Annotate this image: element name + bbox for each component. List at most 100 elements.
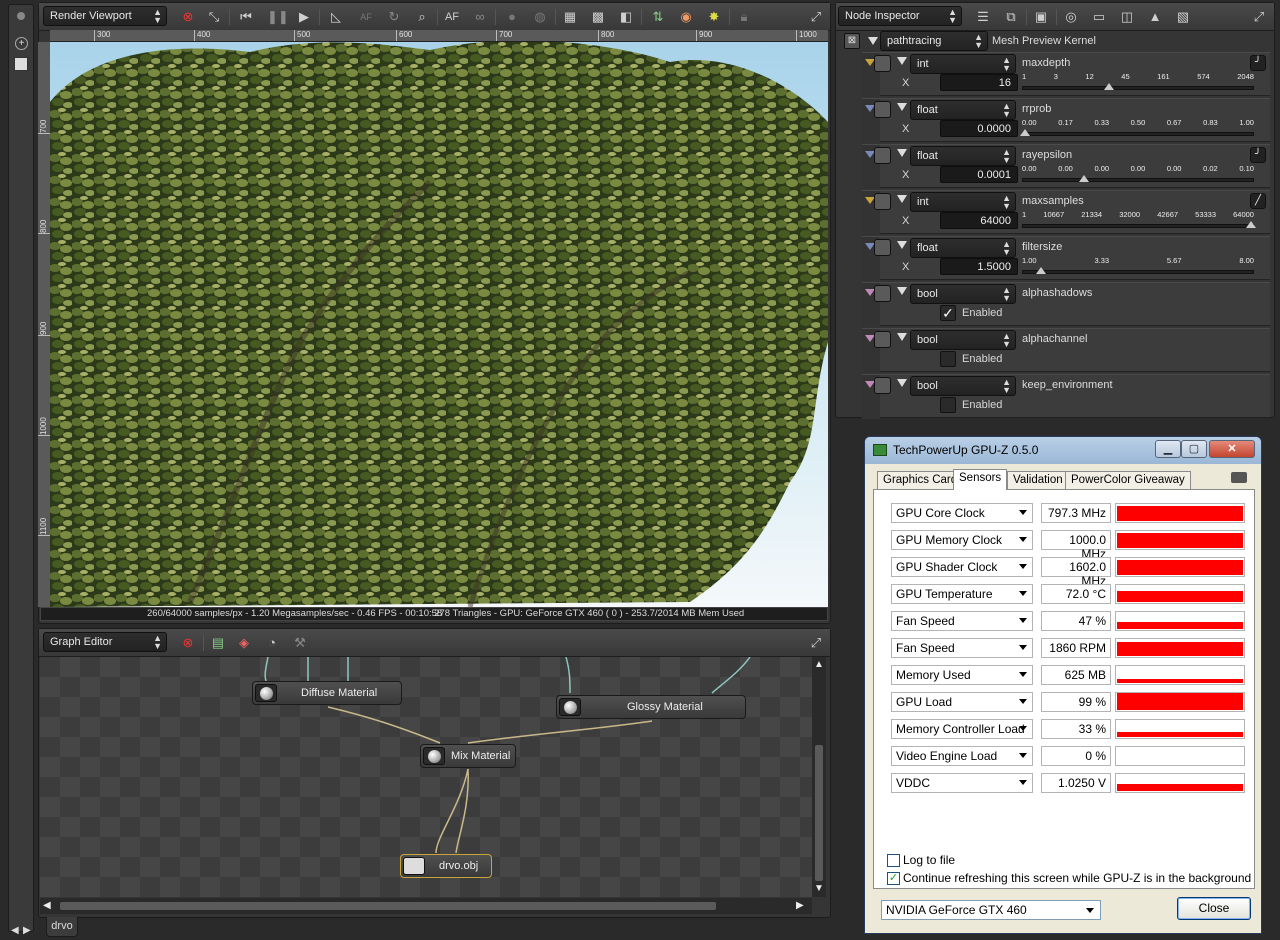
image-icon[interactable]: ▣ (1032, 8, 1050, 26)
graph-horizontal-scrollbar[interactable]: ◀ ▶ (40, 898, 812, 914)
lock-icon[interactable]: 🔒︎ (735, 8, 753, 26)
scroll-up-icon[interactable]: ▲ (814, 659, 824, 670)
type-select[interactable]: float ▲ ▼ (910, 146, 1016, 166)
type-select[interactable]: int ▲ ▼ (910, 54, 1016, 74)
mix-material-node[interactable]: Mix Material (420, 744, 516, 768)
diffuse-material-node[interactable]: Diffuse Material (252, 681, 402, 705)
tab-validation[interactable]: Validation (1007, 471, 1069, 489)
enabled-checkbox[interactable] (940, 351, 956, 367)
dropdown-arrow-icon[interactable] (1086, 908, 1094, 913)
environment-icon[interactable]: ▲ (1146, 8, 1164, 26)
imager-icon[interactable]: ◉ (677, 8, 695, 26)
load-icon[interactable]: ▤ (209, 634, 227, 652)
stop-render-icon[interactable]: ⊗ (179, 8, 197, 26)
graph-tab[interactable]: drvo (46, 917, 78, 937)
dropdown-arrow-icon[interactable] (1019, 564, 1027, 569)
graph-editor-select[interactable]: Graph Editor ▲ ▼ (43, 632, 167, 652)
sensor-label-select[interactable]: VDDC (891, 773, 1033, 793)
kernel-select[interactable]: pathtracing ▲ ▼ (880, 31, 988, 51)
scroll-hthumb[interactable] (60, 902, 716, 910)
play-icon[interactable]: ▶ (295, 8, 313, 26)
expand-all-icon[interactable]: ⧉ (1002, 8, 1020, 26)
scroll-down-icon[interactable]: ▼ (814, 883, 824, 894)
type-select[interactable]: int ▲ ▼ (910, 192, 1016, 212)
slider-thumb[interactable] (1103, 83, 1114, 90)
type-select[interactable]: float ▲ ▼ (910, 238, 1016, 258)
sensor-label-select[interactable]: Fan Speed (891, 638, 1033, 658)
screenshot-camera-icon[interactable] (1231, 472, 1247, 483)
collapse-all-icon[interactable]: ☰ (974, 8, 992, 26)
type-select[interactable]: float ▲ ▼ (910, 100, 1016, 120)
maximize-graph-icon[interactable]: ⤢ (807, 634, 825, 652)
grid-icon[interactable]: ▦ (561, 8, 579, 26)
close-button[interactable]: Close (1177, 897, 1251, 920)
stereo-icon[interactable]: ∞ (471, 8, 489, 26)
sensor-label-select[interactable]: Memory Used (891, 665, 1033, 685)
dropdown-arrow-icon[interactable] (1019, 618, 1027, 623)
value-slider[interactable]: 1.00 3.33 5.67 8.00 (1022, 256, 1254, 278)
slider-thumb[interactable] (1035, 267, 1046, 274)
dropdown-arrow-icon[interactable] (1019, 699, 1027, 704)
gpu-select[interactable]: NVIDIA GeForce GTX 460 (881, 900, 1101, 920)
value-field[interactable]: 16 (940, 74, 1018, 91)
sensor-label-select[interactable]: GPU Core Clock (891, 503, 1033, 523)
clay-icon[interactable]: ◍ (531, 8, 549, 26)
camera-icon[interactable]: ◎ (1062, 8, 1080, 26)
curve-icon[interactable]: ╯ (1250, 147, 1266, 163)
sensor-label-select[interactable]: GPU Load (891, 692, 1033, 712)
value-field[interactable]: 1.5000 (940, 258, 1018, 275)
value-slider[interactable]: 1 3 12 45 161 574 2048 (1022, 72, 1254, 94)
expand-icon[interactable] (897, 149, 907, 157)
type-select[interactable]: bool ▲ ▼ (910, 376, 1016, 396)
scroll-right-icon[interactable]: ▶ (796, 900, 804, 911)
dock-add-icon[interactable]: + (15, 37, 28, 50)
slider-thumb[interactable] (1020, 129, 1030, 136)
delete-node-icon[interactable]: ⊗ (179, 634, 197, 652)
sensor-label-select[interactable]: GPU Memory Clock (891, 530, 1033, 550)
expand-icon[interactable] (897, 195, 907, 203)
scroll-left-icon[interactable]: ◀ (43, 900, 51, 911)
sensor-label-select[interactable]: GPU Shader Clock (891, 557, 1033, 577)
dropdown-arrow-icon[interactable] (1019, 726, 1027, 731)
type-select[interactable]: bool ▲ ▼ (910, 330, 1016, 350)
curve-icon[interactable]: ╱ (1250, 193, 1266, 209)
dropdown-arrow-icon[interactable] (1019, 672, 1027, 677)
value-field[interactable]: 64000 (940, 212, 1018, 229)
background-icon[interactable]: ◧ (617, 8, 635, 26)
dock-pin-icon[interactable] (17, 12, 25, 20)
kernel-icon[interactable]: ▧ (1174, 8, 1192, 26)
restart-icon[interactable]: ⏮ (237, 8, 255, 26)
pause-icon[interactable]: ❚❚ (267, 8, 289, 26)
dock-minimize-icon[interactable] (14, 57, 28, 71)
expand-icon[interactable] (897, 379, 907, 387)
graph-vertical-scrollbar[interactable]: ▲ ▼ (812, 657, 826, 897)
inspector-select[interactable]: Node Inspector ▲ ▼ (838, 6, 962, 26)
expand-icon[interactable] (897, 241, 907, 249)
enabled-checkbox[interactable]: ✓ (940, 305, 956, 321)
dock-prev-icon[interactable]: ◀ (11, 925, 19, 936)
dock-next-icon[interactable]: ▶ (23, 925, 31, 936)
material-icon[interactable]: ◈ (235, 634, 253, 652)
maximize-button[interactable]: ▢ (1181, 440, 1207, 458)
expand-icon[interactable] (897, 103, 907, 111)
dropdown-arrow-icon[interactable] (1019, 591, 1027, 596)
tab-sensors[interactable]: Sensors (953, 469, 1008, 490)
sensor-label-select[interactable]: Fan Speed (891, 611, 1033, 631)
glossy-material-node[interactable]: Glossy Material (556, 695, 746, 719)
af-region-icon[interactable]: AF (357, 8, 375, 26)
refresh-icon[interactable]: ↻ (385, 8, 403, 26)
expand-icon[interactable] (897, 287, 907, 295)
dropdown-arrow-icon[interactable] (1019, 753, 1027, 758)
viewport-select[interactable]: Render Viewport ▲ ▼ (43, 6, 167, 26)
kernel-expand-icon[interactable] (868, 37, 878, 45)
expand-icon[interactable] (897, 57, 907, 65)
value-slider[interactable]: 0.00 0.17 0.33 0.50 0.67 0.83 1.00 (1020, 118, 1254, 140)
lock-view-icon[interactable]: ● (503, 8, 521, 26)
render-image[interactable] (50, 42, 828, 607)
slider-thumb[interactable] (1078, 175, 1089, 182)
node-graph-canvas[interactable]: Diffuse Material Glossy Material Mix Mat… (40, 657, 812, 897)
minimize-button[interactable]: ▁ (1155, 440, 1181, 458)
maximize-inspector-icon[interactable]: ⤢ (1250, 8, 1268, 26)
value-slider[interactable]: 0.00 0.00 0.00 0.00 0.00 0.02 0.10 (1022, 164, 1254, 186)
value-field[interactable]: 0.0001 (940, 166, 1018, 183)
